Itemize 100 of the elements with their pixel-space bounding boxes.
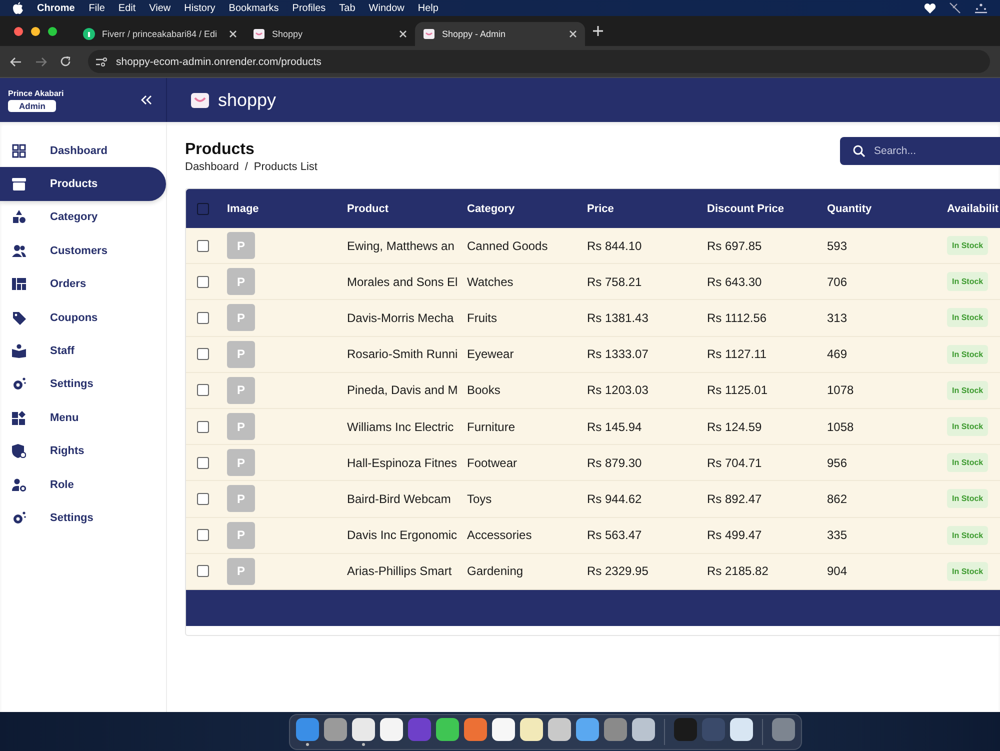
sidebar-item[interactable]: Customers: [0, 234, 166, 268]
gear-icon: [12, 377, 26, 392]
table-cell-text: Canned Goods: [467, 238, 549, 253]
table-cell-text: Footwear: [467, 456, 518, 470]
menu-bar-entry[interactable]: Window: [368, 2, 404, 14]
app-icon[interactable]: [520, 718, 542, 741]
sidebar-item[interactable]: Products: [0, 167, 166, 201]
table-cell-text: Rs 1333.07: [587, 347, 650, 362]
row-checkbox[interactable]: [197, 276, 209, 288]
table-cell-text: 904: [827, 564, 848, 578]
table-cell-text: Pineda, Davis and M: [347, 383, 459, 398]
sidebar-item[interactable]: Settings: [0, 501, 166, 535]
column-header: Image: [227, 202, 260, 214]
table-cell-text: Rs 643.30: [707, 274, 763, 289]
sidebar-item[interactable]: Role: [0, 468, 166, 502]
slashed-icon[interactable]: [949, 2, 961, 14]
close-icon[interactable]: [229, 30, 237, 38]
breadcrumb-separator: /: [244, 161, 248, 173]
apple-icon[interactable]: [13, 2, 23, 14]
row-checkbox[interactable]: [197, 492, 209, 505]
close-icon[interactable]: [569, 30, 577, 38]
table-cell-text: Rs 1127.11: [707, 347, 768, 362]
control-center-icon[interactable]: [974, 2, 988, 14]
row-checkbox[interactable]: [197, 348, 209, 360]
sidebar-item[interactable]: Settings: [0, 368, 166, 402]
status-badge: In Stock: [947, 236, 988, 256]
menu-bar-entry[interactable]: Edit: [118, 2, 136, 14]
table-cell-text: 469: [827, 347, 848, 362]
menu-bar-entry[interactable]: Tab: [339, 2, 356, 14]
table-cell-text: Rs 1112.56: [707, 310, 768, 325]
status-badge: In Stock: [947, 526, 988, 545]
address-field[interactable]: shoppy-ecom-admin.onrender.com/products: [88, 50, 990, 73]
browser-tab[interactable]: Shoppy: [245, 22, 415, 46]
app-icon[interactable]: [436, 718, 458, 741]
sidebar-item[interactable]: Rights: [0, 434, 166, 468]
sidebar-item[interactable]: Orders: [0, 268, 166, 301]
product-thumbnail: P: [227, 413, 255, 440]
sidebar-item[interactable]: Dashboard: [0, 134, 166, 168]
status-badge: In Stock: [947, 562, 988, 581]
app-icon[interactable]: [632, 718, 654, 741]
bag-icon: [423, 28, 435, 40]
app-icon[interactable]: [352, 718, 374, 741]
close-icon[interactable]: [399, 30, 407, 38]
breadcrumb-item: Products List: [254, 161, 318, 173]
table-cell-text: Rs 758.21: [587, 274, 643, 289]
row-checkbox[interactable]: [197, 420, 209, 433]
shapes-icon: [12, 210, 26, 224]
plus-icon[interactable]: [593, 26, 603, 36]
logo-text: shoppy: [218, 90, 276, 110]
row-checkbox[interactable]: [197, 529, 209, 542]
browser-tab[interactable]: Fiverr / princeakabari84 / Edi: [75, 22, 245, 46]
app-icon[interactable]: [380, 718, 402, 741]
table-cell-text: 313: [827, 310, 848, 325]
menu-bar-entry[interactable]: History: [184, 2, 216, 14]
browser-tab[interactable]: Shoppy - Admin: [415, 22, 585, 46]
bag-icon: [191, 92, 209, 108]
row-checkbox[interactable]: [197, 312, 209, 324]
table-cell-text: Watches: [467, 274, 514, 289]
column-header: Availabilit: [947, 202, 1000, 214]
product-thumbnail: P: [227, 340, 255, 368]
tune-icon[interactable]: [96, 56, 108, 66]
row-checkbox[interactable]: [197, 565, 209, 578]
menu-bar-entry[interactable]: File: [88, 2, 105, 14]
column-header: Quantity: [827, 202, 873, 214]
status-badge: In Stock: [947, 489, 988, 508]
app-icon[interactable]: [576, 718, 598, 741]
status-badge: In Stock: [947, 308, 988, 328]
sidebar-item[interactable]: Category: [0, 200, 166, 234]
search-field[interactable]: Search...: [840, 137, 1000, 165]
menu-bar-entry[interactable]: Profiles: [292, 2, 326, 14]
forward-arrow-icon[interactable]: [35, 56, 47, 66]
table-cell-text: 1078: [827, 383, 855, 398]
status-badge: In Stock: [947, 380, 988, 400]
row-checkbox[interactable]: [197, 384, 209, 396]
heart-icon[interactable]: [924, 2, 936, 14]
app-icon[interactable]: [492, 718, 514, 741]
sidebar-item[interactable]: Coupons: [0, 300, 166, 334]
table-cell-text: Ewing, Matthews an: [347, 238, 456, 253]
row-checkbox[interactable]: [197, 240, 209, 252]
menu-bar-entry[interactable]: Bookmarks: [228, 2, 279, 14]
app-icon[interactable]: [730, 718, 752, 741]
back-arrow-icon[interactable]: [10, 56, 22, 66]
breadcrumb-link[interactable]: Dashboard: [185, 161, 239, 173]
table-cell-text: Rs 879.30: [587, 456, 643, 470]
collapse-icon[interactable]: [141, 95, 152, 105]
menu-bar-entry[interactable]: View: [149, 2, 171, 14]
reload-icon[interactable]: [60, 56, 71, 67]
product-thumbnail: P: [227, 449, 255, 476]
grid-icon: [12, 144, 26, 158]
widgets-icon: [12, 410, 26, 425]
column-header: Price: [587, 202, 615, 214]
select-all-checkbox[interactable]: [197, 202, 209, 214]
sidebar-item[interactable]: Staff: [0, 334, 166, 368]
status-badge: In Stock: [947, 344, 988, 364]
table-cell-text: Arias-Phillips Smart: [347, 564, 453, 578]
menu-bar-entry[interactable]: Help: [418, 2, 438, 14]
sidebar-item[interactable]: Menu: [0, 401, 166, 435]
app-name-menu[interactable]: Chrome: [37, 2, 75, 14]
row-checkbox[interactable]: [197, 456, 209, 469]
app-icon[interactable]: [548, 718, 570, 741]
